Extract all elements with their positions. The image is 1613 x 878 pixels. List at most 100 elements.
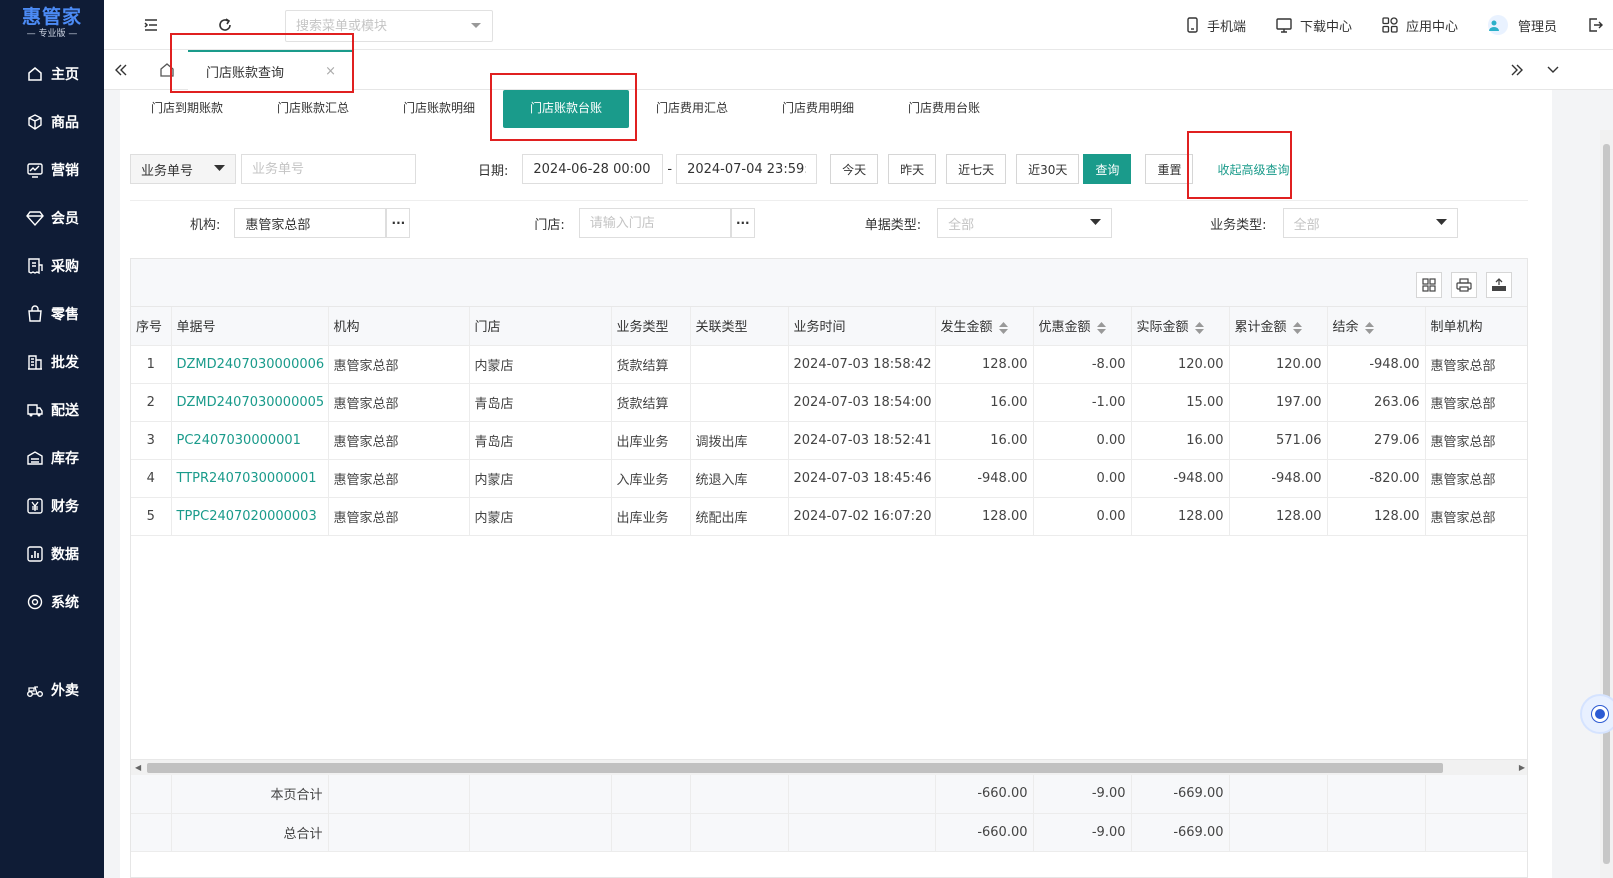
- print-button[interactable]: [1451, 272, 1477, 298]
- page-scrollbar-thumb[interactable]: [1603, 144, 1610, 864]
- col-cumulative[interactable]: 累计金额: [1229, 307, 1328, 346]
- collapse-advanced-query-link[interactable]: 收起高级查询: [1217, 161, 1289, 178]
- bill-type-select[interactable]: 全部: [937, 208, 1113, 238]
- date-start-input[interactable]: [522, 154, 664, 184]
- tabs-scroll-left[interactable]: [104, 50, 138, 90]
- logo[interactable]: 惠管家 — 专业版 —: [0, 0, 104, 46]
- truck-icon: [27, 404, 43, 417]
- cell-doc-number-link[interactable]: TPPC2407020000003: [171, 497, 329, 536]
- column-settings-button[interactable]: [1416, 272, 1442, 298]
- col-creator-org[interactable]: 制单机构: [1425, 307, 1527, 346]
- app-center-link[interactable]: 应用中心: [1382, 16, 1458, 35]
- menu-fold-icon[interactable]: [142, 16, 160, 34]
- sort-icon[interactable]: [1364, 321, 1374, 334]
- scroll-left-arrow-icon[interactable]: ◀: [135, 763, 141, 772]
- close-icon[interactable]: ×: [325, 64, 336, 79]
- col-doc-number[interactable]: 单据号: [171, 307, 329, 346]
- org-picker-button[interactable]: ···: [386, 208, 411, 238]
- cell-doc-number-link[interactable]: PC2407030000001: [171, 421, 329, 460]
- col-related-type[interactable]: 关联类型: [690, 307, 789, 346]
- page-vertical-scrollbar[interactable]: [1600, 130, 1613, 878]
- col-index[interactable]: 序号: [131, 307, 172, 346]
- subtab-expense-detail[interactable]: 门店费用明细: [755, 90, 881, 130]
- doc-number-input[interactable]: [241, 154, 416, 184]
- mobile-link[interactable]: 手机端: [1185, 16, 1246, 35]
- tabs-dropdown[interactable]: [1536, 50, 1570, 90]
- col-biz-time[interactable]: 业务时间: [788, 307, 936, 346]
- reset-button[interactable]: 重置: [1145, 154, 1194, 184]
- store-picker-button[interactable]: ···: [730, 208, 755, 238]
- cell-doc-number-link[interactable]: DZMD2407030000006: [171, 345, 329, 384]
- table-horizontal-scrollbar[interactable]: ◀ ▶: [131, 759, 1527, 775]
- yesterday-button[interactable]: 昨天: [888, 154, 937, 184]
- sidebar-item-member[interactable]: 会员: [0, 194, 104, 242]
- sidebar-item-marketing[interactable]: 营销: [0, 146, 104, 194]
- last-30-days-button[interactable]: 近30天: [1016, 154, 1080, 184]
- doc-type-select[interactable]: 业务单号: [130, 154, 236, 184]
- sidebar-item-takeout[interactable]: 外卖: [0, 666, 104, 714]
- apps-icon: [1382, 17, 1398, 33]
- sort-icon[interactable]: [1194, 321, 1204, 334]
- menu-search[interactable]: [285, 10, 493, 42]
- sort-icon[interactable]: [1096, 321, 1106, 334]
- table-row[interactable]: 2 DZMD2407030000005 惠管家总部 青岛店 货款结算 2024-…: [131, 383, 1527, 422]
- col-store[interactable]: 门店: [469, 307, 612, 346]
- logout-icon[interactable]: [1587, 17, 1603, 33]
- sidebar-item-delivery[interactable]: 配送: [0, 386, 104, 434]
- col-balance[interactable]: 结余: [1327, 307, 1426, 346]
- cell-doc-number-link[interactable]: DZMD2407030000005: [171, 383, 329, 422]
- col-amount[interactable]: 发生金额: [935, 307, 1034, 346]
- cell-doc-number-link[interactable]: TTPR2407030000001: [171, 459, 329, 498]
- sidebar-item-wholesale[interactable]: 批发: [0, 338, 104, 386]
- date-end-input[interactable]: [676, 154, 818, 184]
- chevron-down-icon: [214, 165, 225, 171]
- download-center-link[interactable]: 下载中心: [1276, 16, 1352, 35]
- sidebar-item-retail[interactable]: 零售: [0, 290, 104, 338]
- cell-biz-type: 出库业务: [611, 497, 691, 536]
- refresh-icon[interactable]: [216, 16, 234, 34]
- sort-icon[interactable]: [998, 321, 1008, 334]
- sidebar-item-finance[interactable]: 财务: [0, 482, 104, 530]
- table-row[interactable]: 4 TTPR2407030000001 惠管家总部 内蒙店 入库业务 统退入库 …: [131, 459, 1527, 498]
- sidebar-item-home[interactable]: 主页: [0, 50, 104, 98]
- sidebar-item-purchase[interactable]: 采购: [0, 242, 104, 290]
- tab-home[interactable]: [152, 50, 182, 90]
- store-input[interactable]: [578, 208, 731, 238]
- doc-type-value: 业务单号: [141, 163, 194, 179]
- menu-search-input[interactable]: [286, 11, 456, 41]
- tabs-scroll-right[interactable]: [1500, 50, 1534, 90]
- chevron-down-icon: [471, 23, 481, 28]
- table-row[interactable]: 3 PC2407030000001 惠管家总部 青岛店 出库业务 调拨出库 20…: [131, 421, 1527, 460]
- sidebar-item-inventory[interactable]: 库存: [0, 434, 104, 482]
- query-button[interactable]: 查询: [1083, 154, 1132, 184]
- biz-type-select[interactable]: 全部: [1282, 208, 1458, 238]
- scrollbar-thumb[interactable]: [147, 763, 1443, 773]
- cell-biz-time: 2024-07-03 18:58:42: [788, 345, 936, 384]
- page-total-discount: -9.00: [1033, 775, 1132, 814]
- col-discount[interactable]: 优惠金额: [1033, 307, 1132, 346]
- today-button[interactable]: 今天: [830, 154, 879, 184]
- subtab-expense-summary[interactable]: 门店费用汇总: [629, 90, 755, 130]
- tab-store-account-query[interactable]: 门店账款查询 ×: [188, 50, 354, 90]
- subtab-account-detail[interactable]: 门店账款明细: [376, 90, 502, 130]
- assistant-bot-button[interactable]: [1580, 694, 1613, 734]
- sidebar-item-system[interactable]: 系统: [0, 578, 104, 626]
- sidebar-item-data[interactable]: 数据: [0, 530, 104, 578]
- col-actual[interactable]: 实际金额: [1131, 307, 1230, 346]
- user-menu[interactable]: 管理员: [1487, 15, 1557, 35]
- col-org[interactable]: 机构: [328, 307, 470, 346]
- subtab-due-accounts[interactable]: 门店到期账款: [124, 90, 250, 130]
- org-input[interactable]: [234, 208, 387, 238]
- last-7-days-button[interactable]: 近七天: [946, 154, 1007, 184]
- scroll-right-arrow-icon[interactable]: ▶: [1519, 763, 1525, 772]
- subtab-account-summary[interactable]: 门店账款汇总: [250, 90, 376, 130]
- col-biz-type[interactable]: 业务类型: [611, 307, 691, 346]
- table-row[interactable]: 5 TPPC2407020000003 惠管家总部 内蒙店 出库业务 统配出库 …: [131, 497, 1527, 536]
- sort-icon[interactable]: [1292, 321, 1302, 334]
- subtab-expense-ledger[interactable]: 门店费用台账: [881, 90, 1007, 130]
- subtab-account-ledger[interactable]: 门店账款台账: [503, 90, 629, 128]
- table-row[interactable]: 1 DZMD2407030000006 惠管家总部 内蒙店 货款结算 2024-…: [131, 345, 1527, 384]
- diamond-icon: [26, 211, 44, 227]
- sidebar-item-goods[interactable]: 商品: [0, 98, 104, 146]
- export-button[interactable]: [1486, 272, 1512, 298]
